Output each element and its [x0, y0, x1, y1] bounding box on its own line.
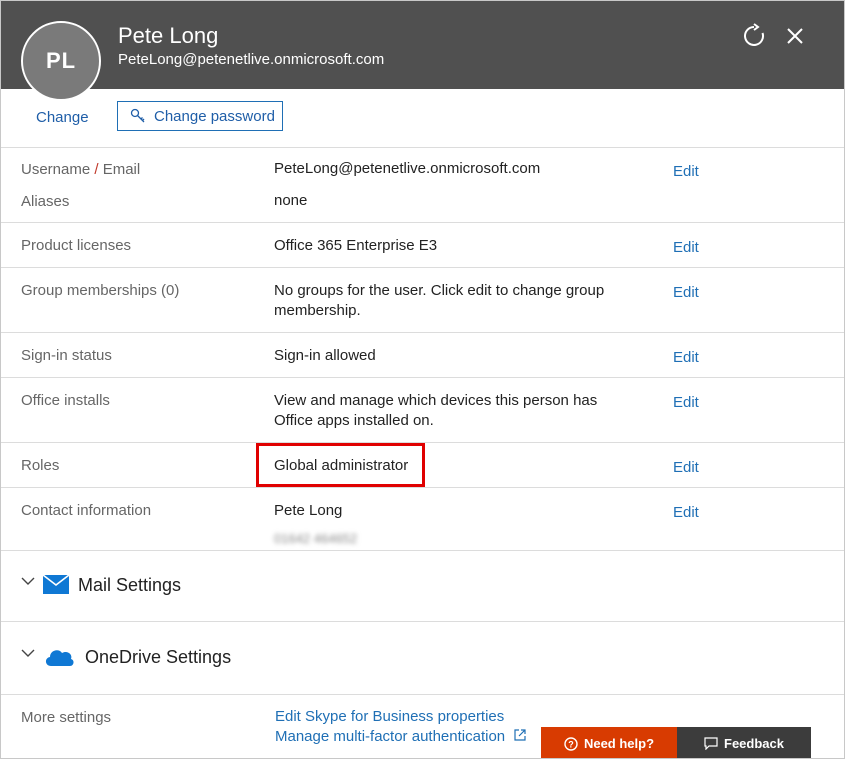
onedrive-settings-title: OneDrive Settings: [85, 647, 232, 667]
close-button[interactable]: [782, 23, 808, 49]
more-settings-links: Edit Skype for Business properties Manag…: [275, 707, 527, 747]
edit-signin-link[interactable]: Edit: [673, 349, 699, 366]
chevron-down-icon[interactable]: [21, 648, 35, 658]
change-password-label: Change password: [154, 107, 275, 125]
user-details-panel: PL Pete Long PeteLong@petenetlive.onmicr…: [0, 0, 845, 759]
username-row: Username / Email PeteLong@petenetlive.on…: [1, 147, 844, 222]
key-icon: [130, 108, 145, 123]
email-label: Email: [102, 161, 141, 178]
feedback-label: Feedback: [724, 736, 784, 751]
edit-groups-link[interactable]: Edit: [673, 284, 699, 301]
signin-row: Sign-in status Sign-in allowed Edit: [1, 332, 844, 377]
licenses-value: Office 365 Enterprise E3: [274, 237, 438, 254]
onedrive-settings-section[interactable]: OneDrive Settings: [1, 621, 844, 694]
edit-roles-link[interactable]: Edit: [673, 459, 699, 476]
user-email: PeteLong@petenetlive.onmicrosoft.com: [118, 51, 385, 68]
contact-phone-blurred: 01642 464652: [274, 531, 358, 546]
groups-value: No groups for the user. Click edit to ch…: [274, 282, 605, 319]
licenses-label: Product licenses: [21, 237, 132, 254]
feedback-button[interactable]: Feedback: [677, 727, 811, 758]
username-email-label: Username / Email: [21, 161, 140, 178]
manage-mfa-link[interactable]: Manage multi-factor authentication: [275, 727, 527, 747]
actions-bar: Change Change password: [1, 89, 844, 147]
groups-label: Group memberships (0): [21, 282, 180, 299]
contact-label: Contact information: [21, 502, 152, 519]
close-icon: [787, 28, 803, 44]
user-display-name: Pete Long: [118, 23, 219, 48]
comment-icon: [704, 737, 718, 750]
contact-name: Pete Long: [274, 502, 343, 519]
edit-username-link[interactable]: Edit: [673, 163, 699, 180]
manage-mfa-label: Manage multi-factor authentication: [275, 728, 506, 745]
signin-value: Sign-in allowed: [274, 347, 376, 364]
svg-text:?: ?: [568, 739, 574, 749]
roles-highlight-box: [256, 443, 425, 487]
username-value: PeteLong@petenetlive.onmicrosoft.com: [274, 160, 541, 177]
username-label: Username: [21, 161, 91, 178]
edit-skype-link[interactable]: Edit Skype for Business properties: [275, 707, 527, 727]
contact-row: Contact information Pete Long Edit: [1, 487, 844, 550]
office-label: Office installs: [21, 392, 110, 409]
edit-licenses-link[interactable]: Edit: [673, 239, 699, 256]
more-settings-label: More settings: [21, 709, 112, 726]
aliases-label: Aliases: [21, 193, 70, 210]
cloud-icon: [45, 650, 74, 666]
signin-label: Sign-in status: [21, 347, 112, 364]
groups-row: Group memberships (0) No groups for the …: [1, 267, 844, 332]
aliases-value: none: [274, 192, 308, 209]
refresh-icon: [744, 23, 764, 46]
mail-settings-title: Mail Settings: [78, 575, 182, 595]
edit-office-link[interactable]: Edit: [673, 394, 699, 411]
need-help-button[interactable]: ? Need help?: [541, 727, 677, 758]
question-circle-icon: ?: [564, 736, 578, 751]
label-separator: /: [90, 161, 103, 178]
change-photo-link[interactable]: Change: [36, 109, 89, 126]
edit-contact-link[interactable]: Edit: [673, 504, 699, 521]
change-password-button[interactable]: Change password: [117, 101, 283, 131]
chevron-down-icon[interactable]: [21, 576, 35, 586]
licenses-row: Product licenses Office 365 Enterprise E…: [1, 222, 844, 267]
mail-icon: [43, 575, 69, 594]
need-help-label: Need help?: [583, 736, 655, 751]
office-value: View and manage which devices this perso…: [274, 392, 598, 429]
panel-header: PL Pete Long PeteLong@petenetlive.onmicr…: [1, 1, 844, 101]
mail-settings-section[interactable]: Mail Settings: [1, 550, 844, 621]
refresh-button[interactable]: [741, 23, 767, 49]
office-row: Office installs View and manage which de…: [1, 377, 844, 442]
external-link-icon: [514, 729, 526, 741]
roles-label: Roles: [21, 457, 60, 474]
